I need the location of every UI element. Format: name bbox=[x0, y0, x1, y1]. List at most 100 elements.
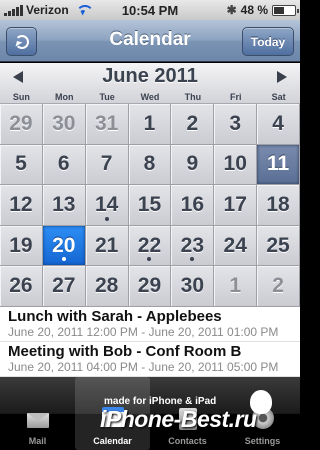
event-time: June 20, 2011 04:00 PM - June 20, 2011 0… bbox=[8, 360, 279, 374]
day-number: 12 bbox=[9, 192, 33, 216]
day-number: 24 bbox=[223, 233, 247, 257]
event-dot-icon bbox=[190, 257, 195, 262]
day-cell[interactable]: 29 bbox=[0, 104, 43, 145]
navigation-bar: Calendar Today bbox=[0, 20, 300, 62]
day-number: 7 bbox=[100, 152, 113, 176]
day-cell[interactable]: 2 bbox=[257, 266, 300, 307]
event-row[interactable]: Lunch with Sarah - Applebees June 20, 201… bbox=[0, 307, 300, 342]
day-cell[interactable]: 9 bbox=[171, 144, 215, 186]
day-number: 30 bbox=[52, 111, 76, 135]
day-number: 4 bbox=[272, 111, 284, 135]
day-cell[interactable]: 11 bbox=[257, 144, 300, 186]
day-cell[interactable]: 15 bbox=[128, 185, 172, 226]
day-cell[interactable]: 10 bbox=[214, 144, 258, 186]
event-dot-icon bbox=[147, 257, 152, 262]
status-right: ✱ 48 % bbox=[227, 3, 299, 17]
day-cell[interactable]: 14 bbox=[85, 185, 129, 226]
battery-fill bbox=[274, 6, 284, 14]
event-dot-icon bbox=[104, 216, 109, 221]
day-number: 20 bbox=[52, 233, 76, 257]
weekday-row: Sun Mon Tue Wed Thu Fri Sat bbox=[0, 92, 300, 102]
day-cell[interactable]: 30 bbox=[42, 104, 86, 145]
day-number: 29 bbox=[9, 111, 33, 135]
day-number: 17 bbox=[223, 192, 247, 216]
weekday-label: Mon bbox=[55, 92, 74, 102]
day-number: 30 bbox=[180, 274, 205, 298]
day-number: 27 bbox=[52, 274, 76, 298]
day-cell[interactable]: 12 bbox=[0, 185, 43, 226]
day-cell[interactable]: 7 bbox=[85, 144, 129, 186]
day-number: 11 bbox=[266, 152, 290, 176]
next-month-icon[interactable] bbox=[277, 71, 287, 83]
day-number: 25 bbox=[266, 233, 290, 257]
battery-percent: 48 % bbox=[240, 3, 268, 17]
day-number: 2 bbox=[186, 111, 199, 135]
weekday-label: Thu bbox=[184, 92, 202, 102]
status-bar: Verizon 10:54 PM ✱ 48 % bbox=[0, 0, 300, 20]
day-cell[interactable]: 22 bbox=[128, 225, 172, 267]
day-number: 14 bbox=[94, 192, 119, 216]
event-title: Meeting with Bob - Conf Room B bbox=[8, 343, 242, 360]
day-cell[interactable]: 16 bbox=[171, 185, 215, 226]
month-grid: 29 30 31 1 2 3 4 5 6 7 8 9 10 11 12 13 14 15 16 17 18 19 20 21 2… bbox=[0, 104, 300, 307]
day-cell[interactable]: 1 bbox=[128, 104, 172, 145]
watermark-site: iPhone-Best.ru bbox=[100, 406, 257, 432]
weekday-label: Wed bbox=[140, 92, 160, 102]
day-cell[interactable]: 13 bbox=[42, 185, 86, 226]
battery-icon bbox=[272, 4, 299, 16]
day-cell[interactable]: 2 bbox=[171, 104, 215, 145]
event-list: Lunch with Sarah - Applebees June 20, 201… bbox=[0, 307, 300, 377]
day-cell[interactable]: 17 bbox=[214, 185, 258, 226]
tab-mail[interactable]: Mail bbox=[0, 377, 75, 450]
day-cell[interactable]: 26 bbox=[0, 266, 43, 307]
day-cell[interactable]: 29 bbox=[128, 266, 172, 307]
day-cell[interactable]: 30 bbox=[171, 266, 215, 307]
day-cell[interactable]: 1 bbox=[214, 266, 258, 307]
mail-icon bbox=[26, 413, 49, 428]
day-cell[interactable]: 24 bbox=[214, 225, 258, 267]
day-number: 26 bbox=[9, 274, 33, 298]
day-number: 1 bbox=[143, 111, 156, 135]
weekday-label: Tue bbox=[99, 92, 115, 102]
day-number: 13 bbox=[52, 192, 76, 216]
day-cell[interactable]: 23 bbox=[171, 225, 215, 267]
day-number: 15 bbox=[137, 192, 162, 216]
day-number: 31 bbox=[94, 111, 119, 135]
weekday-label: Sat bbox=[271, 92, 286, 102]
day-cell[interactable]: 21 bbox=[85, 225, 129, 267]
day-number: 28 bbox=[94, 274, 119, 298]
day-cell[interactable]: 19 bbox=[0, 225, 43, 267]
day-number: 2 bbox=[272, 274, 284, 298]
today-button[interactable]: Today bbox=[242, 27, 294, 56]
day-cell[interactable]: 28 bbox=[85, 266, 129, 307]
day-number: 8 bbox=[143, 152, 156, 176]
day-cell[interactable]: 3 bbox=[214, 104, 258, 145]
day-cell[interactable]: 8 bbox=[128, 144, 172, 186]
day-number: 21 bbox=[94, 233, 119, 257]
day-number: 16 bbox=[180, 192, 205, 216]
day-cell[interactable]: 18 bbox=[257, 185, 300, 226]
day-number: 6 bbox=[57, 152, 70, 176]
day-number: 9 bbox=[186, 152, 199, 176]
watermark: made for iPhone & iPad iPhone-Best.ru bbox=[100, 390, 298, 446]
day-number: 19 bbox=[9, 233, 33, 257]
event-row[interactable]: Meeting with Bob - Conf Room B June 20, 2… bbox=[0, 342, 300, 377]
day-number: 29 bbox=[137, 274, 162, 298]
event-dot-icon bbox=[61, 257, 66, 262]
day-cell[interactable]: 5 bbox=[0, 144, 43, 186]
day-number: 10 bbox=[223, 152, 247, 176]
calendar-header: June 2011 Sun Mon Tue Wed Thu Fri Sat bbox=[0, 63, 300, 104]
weekday-label: Sun bbox=[12, 92, 30, 102]
day-cell[interactable]: 4 bbox=[257, 104, 300, 145]
month-title: June 2011 bbox=[102, 65, 198, 87]
event-title: Lunch with Sarah - Applebees bbox=[8, 308, 222, 325]
day-cell[interactable]: 31 bbox=[85, 104, 129, 145]
day-number: 22 bbox=[137, 233, 162, 257]
day-number: 3 bbox=[229, 111, 242, 135]
day-cell[interactable]: 25 bbox=[257, 225, 300, 267]
day-cell[interactable]: 6 bbox=[42, 144, 86, 186]
day-cell[interactable]: 20 bbox=[42, 225, 86, 267]
weekday-label: Fri bbox=[229, 92, 242, 102]
day-cell[interactable]: 27 bbox=[42, 266, 86, 307]
day-number: 5 bbox=[15, 152, 27, 176]
